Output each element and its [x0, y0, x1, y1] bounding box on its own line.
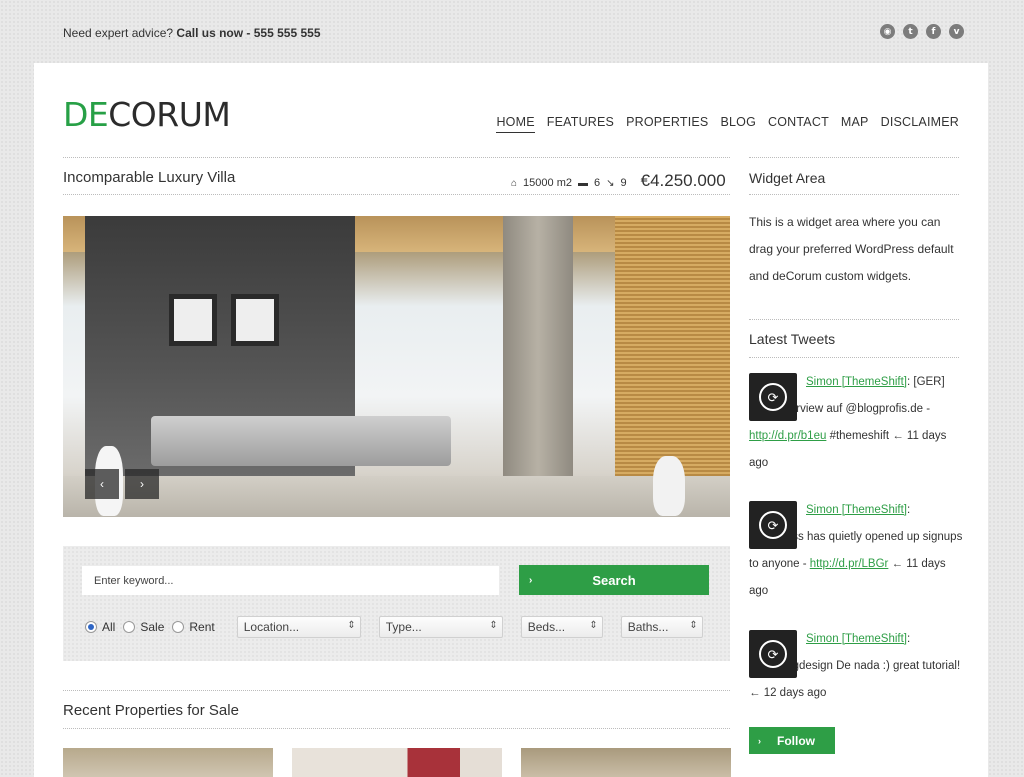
- hero-image: ‹ ›: [63, 216, 730, 517]
- chevron-right-icon: ›: [529, 574, 533, 586]
- search-button-label: Search: [592, 572, 636, 588]
- property-thumbnail[interactable]: [63, 748, 273, 777]
- radio-all-dot: [85, 621, 97, 633]
- radio-sale-dot: [123, 621, 136, 633]
- main-nav: HOME FEATURES PROPERTIES BLOG CONTACT MA…: [496, 115, 959, 133]
- hero-frame: [169, 294, 217, 346]
- search-filters: All Sale Rent Location... Type... Beds..…: [85, 616, 703, 638]
- slider-prev-button[interactable]: ‹: [85, 469, 119, 499]
- divider: [63, 728, 730, 729]
- bath-icon: ↘: [606, 178, 615, 189]
- hero-vase: [653, 456, 685, 516]
- avatar[interactable]: ⟳: [749, 373, 797, 421]
- hero-floor: [63, 476, 730, 517]
- nav-home[interactable]: HOME: [496, 115, 535, 133]
- avatar[interactable]: ⟳: [749, 630, 797, 678]
- divider: [63, 194, 730, 195]
- tweet-user-link[interactable]: Simon [ThemeShift]: [806, 633, 907, 645]
- nav-blog[interactable]: BLOG: [720, 115, 756, 133]
- facebook-icon[interactable]: f: [926, 24, 941, 39]
- hero-pillar: [503, 216, 573, 517]
- listing-title[interactable]: Incomparable Luxury Villa: [63, 169, 235, 186]
- site-logo[interactable]: DECORUM: [63, 95, 231, 134]
- tweet-item: ⟳ Simon [ThemeShift]: @problogdesign De …: [749, 626, 964, 707]
- divider: [749, 357, 959, 358]
- latest-tweets-title: Latest Tweets: [749, 331, 836, 347]
- radio-all[interactable]: All: [85, 620, 115, 634]
- advice-text: Need expert advice?: [63, 26, 174, 40]
- divider: [63, 157, 730, 158]
- refresh-icon: ⟳: [759, 640, 787, 668]
- chevron-right-icon: ›: [758, 735, 761, 746]
- bed-icon: ▬: [577, 178, 588, 189]
- vimeo-icon[interactable]: v: [949, 24, 964, 39]
- tweet-link[interactable]: http://d.pr/LBGr: [810, 558, 889, 570]
- hero-frame: [231, 294, 279, 346]
- tweet-user-link[interactable]: Simon [ThemeShift]: [806, 376, 907, 388]
- hero-sofa: [151, 416, 451, 466]
- radio-all-label: All: [102, 620, 116, 634]
- radio-rent-dot: [172, 621, 185, 633]
- nav-map[interactable]: MAP: [841, 115, 869, 133]
- radio-sale-label: Sale: [140, 620, 165, 634]
- nav-features[interactable]: FEATURES: [547, 115, 614, 133]
- logo-rest: CORUM: [108, 95, 231, 134]
- call-text: Call us now - 555 555 555: [176, 26, 321, 40]
- tweet-item: ⟳ Simon [ThemeShift]: [GER] Mein Intervi…: [749, 369, 964, 477]
- property-thumbnail[interactable]: [292, 748, 502, 777]
- tweet-item: ⟳ Simon [ThemeShift]: VaultPress has qui…: [749, 497, 964, 605]
- listing-stats: ⌂ 15000 m2 ▬ 6 ↘ 9 €4.250.000: [511, 171, 726, 191]
- tweet-link[interactable]: http://d.pr/b1eu: [749, 430, 826, 442]
- nav-properties[interactable]: PROPERTIES: [626, 115, 708, 133]
- page-container: DECORUM HOME FEATURES PROPERTIES BLOG CO…: [34, 63, 988, 777]
- follow-button-label: Follow: [777, 733, 815, 748]
- widget-area-text: This is a widget area where you can drag…: [749, 215, 954, 283]
- search-panel: › Search All Sale Rent Location... Type.…: [63, 546, 730, 661]
- follow-button[interactable]: › Follow: [749, 727, 835, 754]
- top-bar: Need expert advice? Call us now - 555 55…: [63, 24, 964, 44]
- slider-next-button[interactable]: ›: [125, 469, 159, 499]
- keyword-input[interactable]: [82, 566, 499, 595]
- beds-select[interactable]: Beds...: [520, 616, 603, 638]
- contact-info: Need expert advice? Call us now - 555 55…: [63, 26, 321, 40]
- area-value: 15000 m2: [523, 177, 572, 189]
- recent-properties-title: Recent Properties for Sale: [63, 702, 239, 719]
- property-thumbnail[interactable]: [521, 748, 731, 777]
- divider: [749, 319, 959, 320]
- rss-icon[interactable]: ◉: [880, 24, 895, 39]
- radio-rent[interactable]: Rent: [172, 620, 215, 634]
- baths-value: 9: [620, 177, 627, 189]
- widget-area-title: Widget Area: [749, 170, 826, 186]
- tweet-user-link[interactable]: Simon [ThemeShift]: [806, 504, 907, 516]
- radio-sale[interactable]: Sale: [123, 620, 164, 634]
- nav-contact[interactable]: CONTACT: [768, 115, 829, 133]
- social-links: ◉ t f v: [880, 24, 964, 39]
- price: €4.250.000: [640, 171, 726, 190]
- beds-value: 6: [593, 177, 601, 189]
- divider: [749, 157, 959, 158]
- radio-rent-label: Rent: [189, 620, 215, 634]
- home-icon: ⌂: [511, 178, 518, 189]
- logo-de: DE: [63, 95, 109, 134]
- nav-disclaimer[interactable]: DISCLAIMER: [881, 115, 959, 133]
- divider: [63, 690, 730, 691]
- search-button[interactable]: › Search: [519, 565, 709, 595]
- baths-select[interactable]: Baths...: [620, 616, 703, 638]
- divider: [749, 194, 959, 195]
- twitter-icon[interactable]: t: [903, 24, 918, 39]
- type-select[interactable]: Type...: [378, 616, 503, 638]
- refresh-icon: ⟳: [759, 511, 787, 539]
- location-select[interactable]: Location...: [236, 616, 361, 638]
- avatar[interactable]: ⟳: [749, 501, 797, 549]
- refresh-icon: ⟳: [759, 383, 787, 411]
